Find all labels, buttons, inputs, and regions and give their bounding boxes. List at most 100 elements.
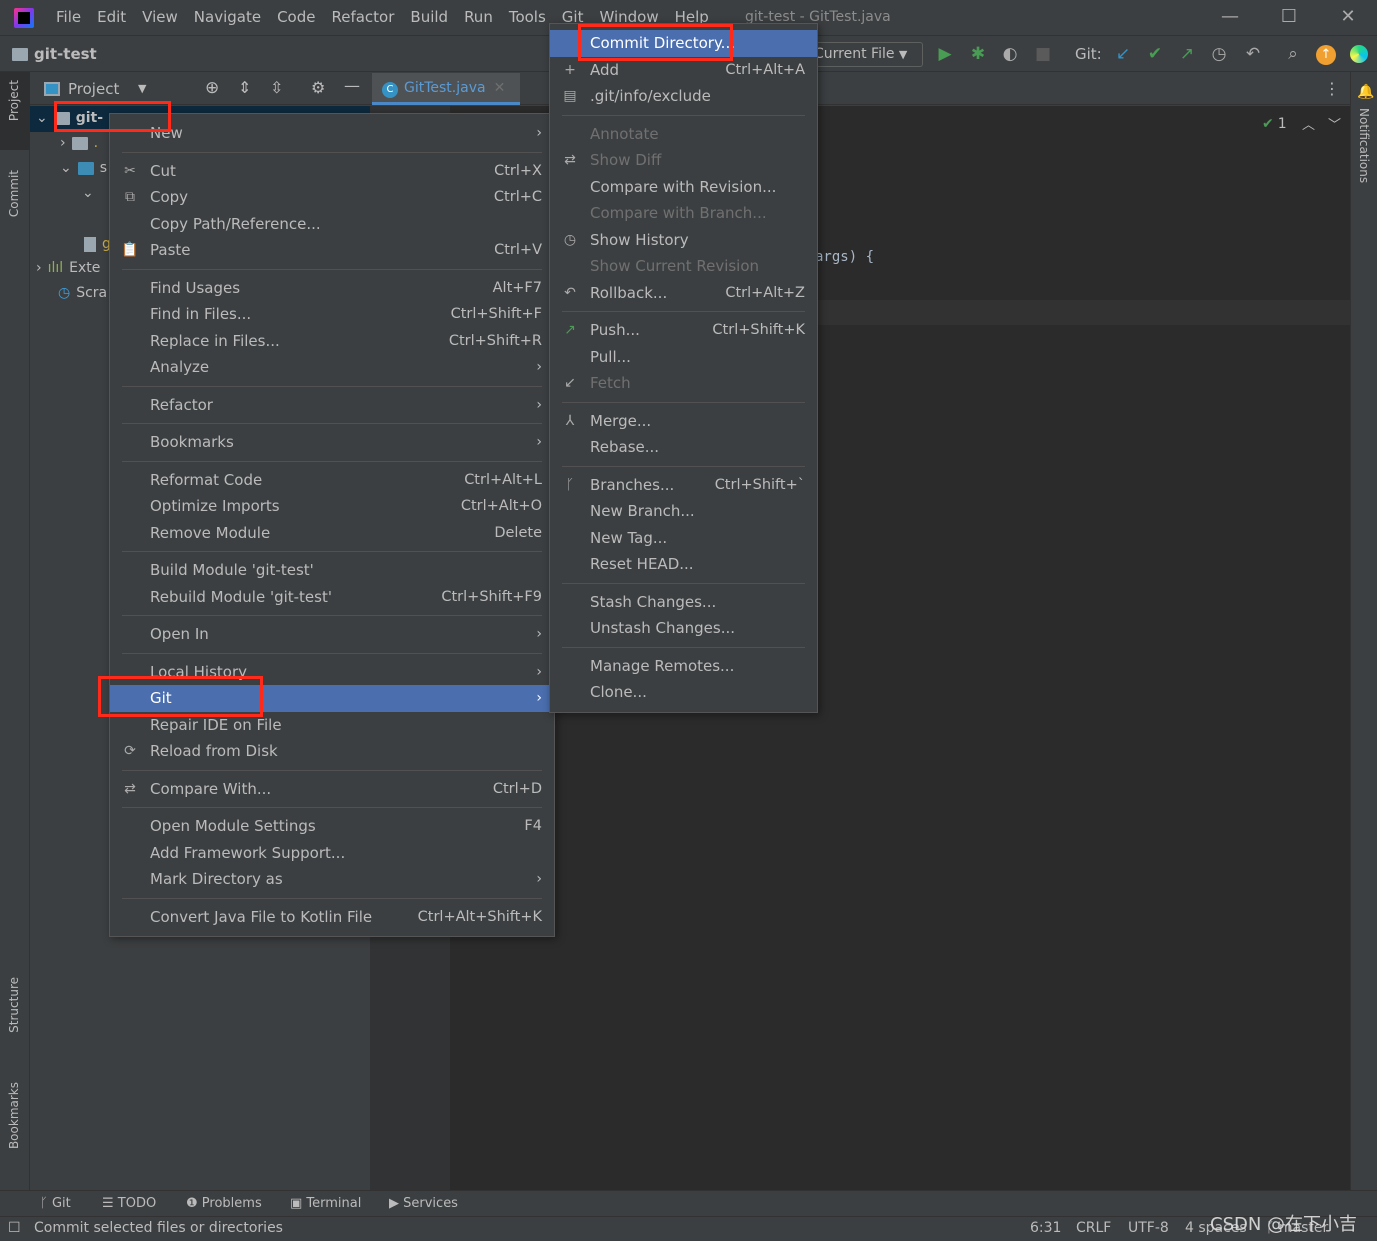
menu-item-show-diff[interactable]: ⇄ Show Diff (550, 147, 817, 174)
menu-item-merge[interactable]: ⅄ Merge... (550, 408, 817, 435)
todo-tool-button[interactable]: ☰ TODO (102, 1196, 156, 1211)
update-icon[interactable]: ↑ (1316, 45, 1336, 65)
debug-icon[interactable]: ✱ (967, 44, 989, 64)
history-icon[interactable]: ◷ (1208, 44, 1230, 64)
menu-item-convert-java-file-to-kotlin-file[interactable]: Convert Java File to Kotlin File Ctrl+Alt… (110, 904, 554, 931)
tree-item[interactable]: ⌄ s (60, 160, 107, 176)
menu-item-reformat-code[interactable]: Reformat Code Ctrl+Alt+L (110, 467, 554, 494)
menu-item-branches[interactable]: ᚴ Branches... Ctrl+Shift+` (550, 472, 817, 499)
close-window-button[interactable]: ✕ (1333, 6, 1363, 27)
bell-icon[interactable]: 🔔 (1357, 84, 1374, 100)
menu-item-optimize-imports[interactable]: Optimize Imports Ctrl+Alt+O (110, 493, 554, 520)
menu-item-rebase[interactable]: Rebase... (550, 434, 817, 461)
menu-item-compare-with-branch[interactable]: Compare with Branch... (550, 200, 817, 227)
menu-item-clone[interactable]: Clone... (550, 679, 817, 706)
menu-item-cut[interactable]: ✂ Cut Ctrl+X (110, 158, 554, 185)
search-icon[interactable]: ⌕ (1282, 44, 1304, 64)
menu-item-remove-module[interactable]: Remove Module Delete (110, 520, 554, 547)
close-tab-icon[interactable]: ✕ (494, 80, 506, 96)
chevron-down-icon[interactable]: ▼ (138, 82, 146, 95)
menu-item-replace-in-files[interactable]: Replace in Files... Ctrl+Shift+R (110, 328, 554, 355)
status-toggle-icon[interactable]: ☐ (8, 1220, 21, 1236)
tree-item[interactable]: ›. (60, 135, 98, 151)
menu-tools[interactable]: Tools (501, 8, 554, 26)
stop-icon[interactable]: ■ (1032, 44, 1054, 64)
next-highlight-icon[interactable]: ﹀ (1328, 114, 1341, 133)
menu-refactor[interactable]: Refactor (323, 8, 402, 26)
project-tool-button[interactable]: Project (7, 80, 21, 121)
menu-item-fetch[interactable]: ↙ Fetch (550, 370, 817, 397)
maximize-button[interactable]: ☐ (1274, 6, 1304, 27)
menu-item-find-usages[interactable]: Find Usages Alt+F7 (110, 275, 554, 302)
menu-item-refactor[interactable]: Refactor › (110, 392, 554, 419)
menu-item-reload-from-disk[interactable]: ⟳ Reload from Disk (110, 738, 554, 765)
menu-item-compare-with-revision[interactable]: Compare with Revision... (550, 174, 817, 201)
git-push-icon[interactable]: ↗ (1176, 44, 1198, 64)
commit-tool-button[interactable]: Commit (7, 170, 21, 217)
tree-item[interactable]: ⌄ (82, 185, 94, 201)
run-icon[interactable]: ▶ (934, 44, 956, 64)
collapse-all-icon[interactable]: ⇳ (270, 78, 283, 97)
menu-item-copy[interactable]: ⧉ Copy Ctrl+C (110, 184, 554, 211)
coverage-icon[interactable]: ◐ (999, 44, 1021, 64)
menu-item-new-tag[interactable]: New Tag... (550, 525, 817, 552)
locate-icon[interactable]: ⊕ (205, 78, 219, 98)
menu-item-git-info-exclude[interactable]: ▤ .git/info/exclude (550, 83, 817, 110)
inspection-ok-icon[interactable]: ✔ 1 (1262, 116, 1287, 132)
rollback-icon[interactable]: ↶ (1242, 44, 1264, 64)
menu-code[interactable]: Code (269, 8, 323, 26)
menu-item-copy-path-reference[interactable]: Copy Path/Reference... (110, 211, 554, 238)
menu-item-reset-head[interactable]: Reset HEAD... (550, 551, 817, 578)
menu-item-compare-with[interactable]: ⇄ Compare With... Ctrl+D (110, 776, 554, 803)
notifications-tool-button[interactable]: Notifications (1357, 108, 1371, 183)
problems-tool-button[interactable]: ❶ Problems (186, 1196, 262, 1211)
minimize-button[interactable]: — (1215, 6, 1245, 27)
breadcrumb-project[interactable]: git-test (12, 45, 97, 63)
menu-build[interactable]: Build (402, 8, 456, 26)
tree-item-scratches[interactable]: ◷ Scra (58, 285, 107, 301)
run-config-dropdown[interactable]: Current File ▼ (805, 42, 923, 67)
menu-item-bookmarks[interactable]: Bookmarks › (110, 429, 554, 456)
terminal-tool-button[interactable]: ▣ Terminal (290, 1196, 361, 1211)
menu-item-open-in[interactable]: Open In › (110, 621, 554, 648)
menu-item-mark-directory-as[interactable]: Mark Directory as › (110, 866, 554, 893)
structure-tool-button[interactable]: Structure (7, 977, 21, 1033)
code-with-me-icon[interactable] (1350, 45, 1368, 63)
expand-all-icon[interactable]: ⇕ (238, 78, 251, 97)
menu-item-stash-changes[interactable]: Stash Changes... (550, 589, 817, 616)
menu-file[interactable]: File (48, 8, 89, 26)
menu-item-open-module-settings[interactable]: Open Module Settings F4 (110, 813, 554, 840)
tree-item[interactable]: g (84, 236, 111, 252)
menu-item-push[interactable]: ↗ Push... Ctrl+Shift+K (550, 317, 817, 344)
line-separator[interactable]: CRLF (1076, 1220, 1111, 1236)
menu-item-new[interactable]: New › (110, 120, 554, 147)
menu-item-find-in-files[interactable]: Find in Files... Ctrl+Shift+F (110, 301, 554, 328)
services-tool-button[interactable]: ▶ Services (389, 1196, 458, 1211)
menu-item-pull[interactable]: Pull... (550, 344, 817, 371)
more-icon[interactable]: ⋮ (1324, 79, 1340, 98)
menu-edit[interactable]: Edit (89, 8, 134, 26)
menu-item-new-branch[interactable]: New Branch... (550, 498, 817, 525)
file-encoding[interactable]: UTF-8 (1128, 1220, 1169, 1236)
menu-item-annotate[interactable]: Annotate (550, 121, 817, 148)
tab-gittest-java[interactable]: C GitTest.java ✕ (372, 73, 520, 105)
menu-item-rebuild-module-git-test[interactable]: Rebuild Module 'git-test' Ctrl+Shift+F9 (110, 584, 554, 611)
menu-item-paste[interactable]: 📋 Paste Ctrl+V (110, 237, 554, 264)
menu-item-unstash-changes[interactable]: Unstash Changes... (550, 615, 817, 642)
git-update-icon[interactable]: ↙ (1112, 44, 1134, 64)
caret-position[interactable]: 6:31 (1030, 1220, 1061, 1236)
menu-view[interactable]: View (134, 8, 186, 26)
git-commit-icon[interactable]: ✔ (1144, 44, 1166, 64)
menu-run[interactable]: Run (456, 8, 501, 26)
gear-icon[interactable]: ⚙ (311, 78, 325, 97)
menu-item-show-history[interactable]: ◷ Show History (550, 227, 817, 254)
menu-navigate[interactable]: Navigate (186, 8, 269, 26)
menu-item-show-current-revision[interactable]: Show Current Revision (550, 253, 817, 280)
menu-item-rollback[interactable]: ↶ Rollback... Ctrl+Alt+Z (550, 280, 817, 307)
tree-item-external-libraries[interactable]: › ılıl Exte (36, 260, 100, 276)
menu-item-manage-remotes[interactable]: Manage Remotes... (550, 653, 817, 680)
git-tool-button[interactable]: ᚴ Git (40, 1196, 71, 1211)
menu-item-analyze[interactable]: Analyze › (110, 354, 554, 381)
project-view-dropdown[interactable]: Project (68, 80, 119, 98)
menu-item-build-module-git-test[interactable]: Build Module 'git-test' (110, 557, 554, 584)
